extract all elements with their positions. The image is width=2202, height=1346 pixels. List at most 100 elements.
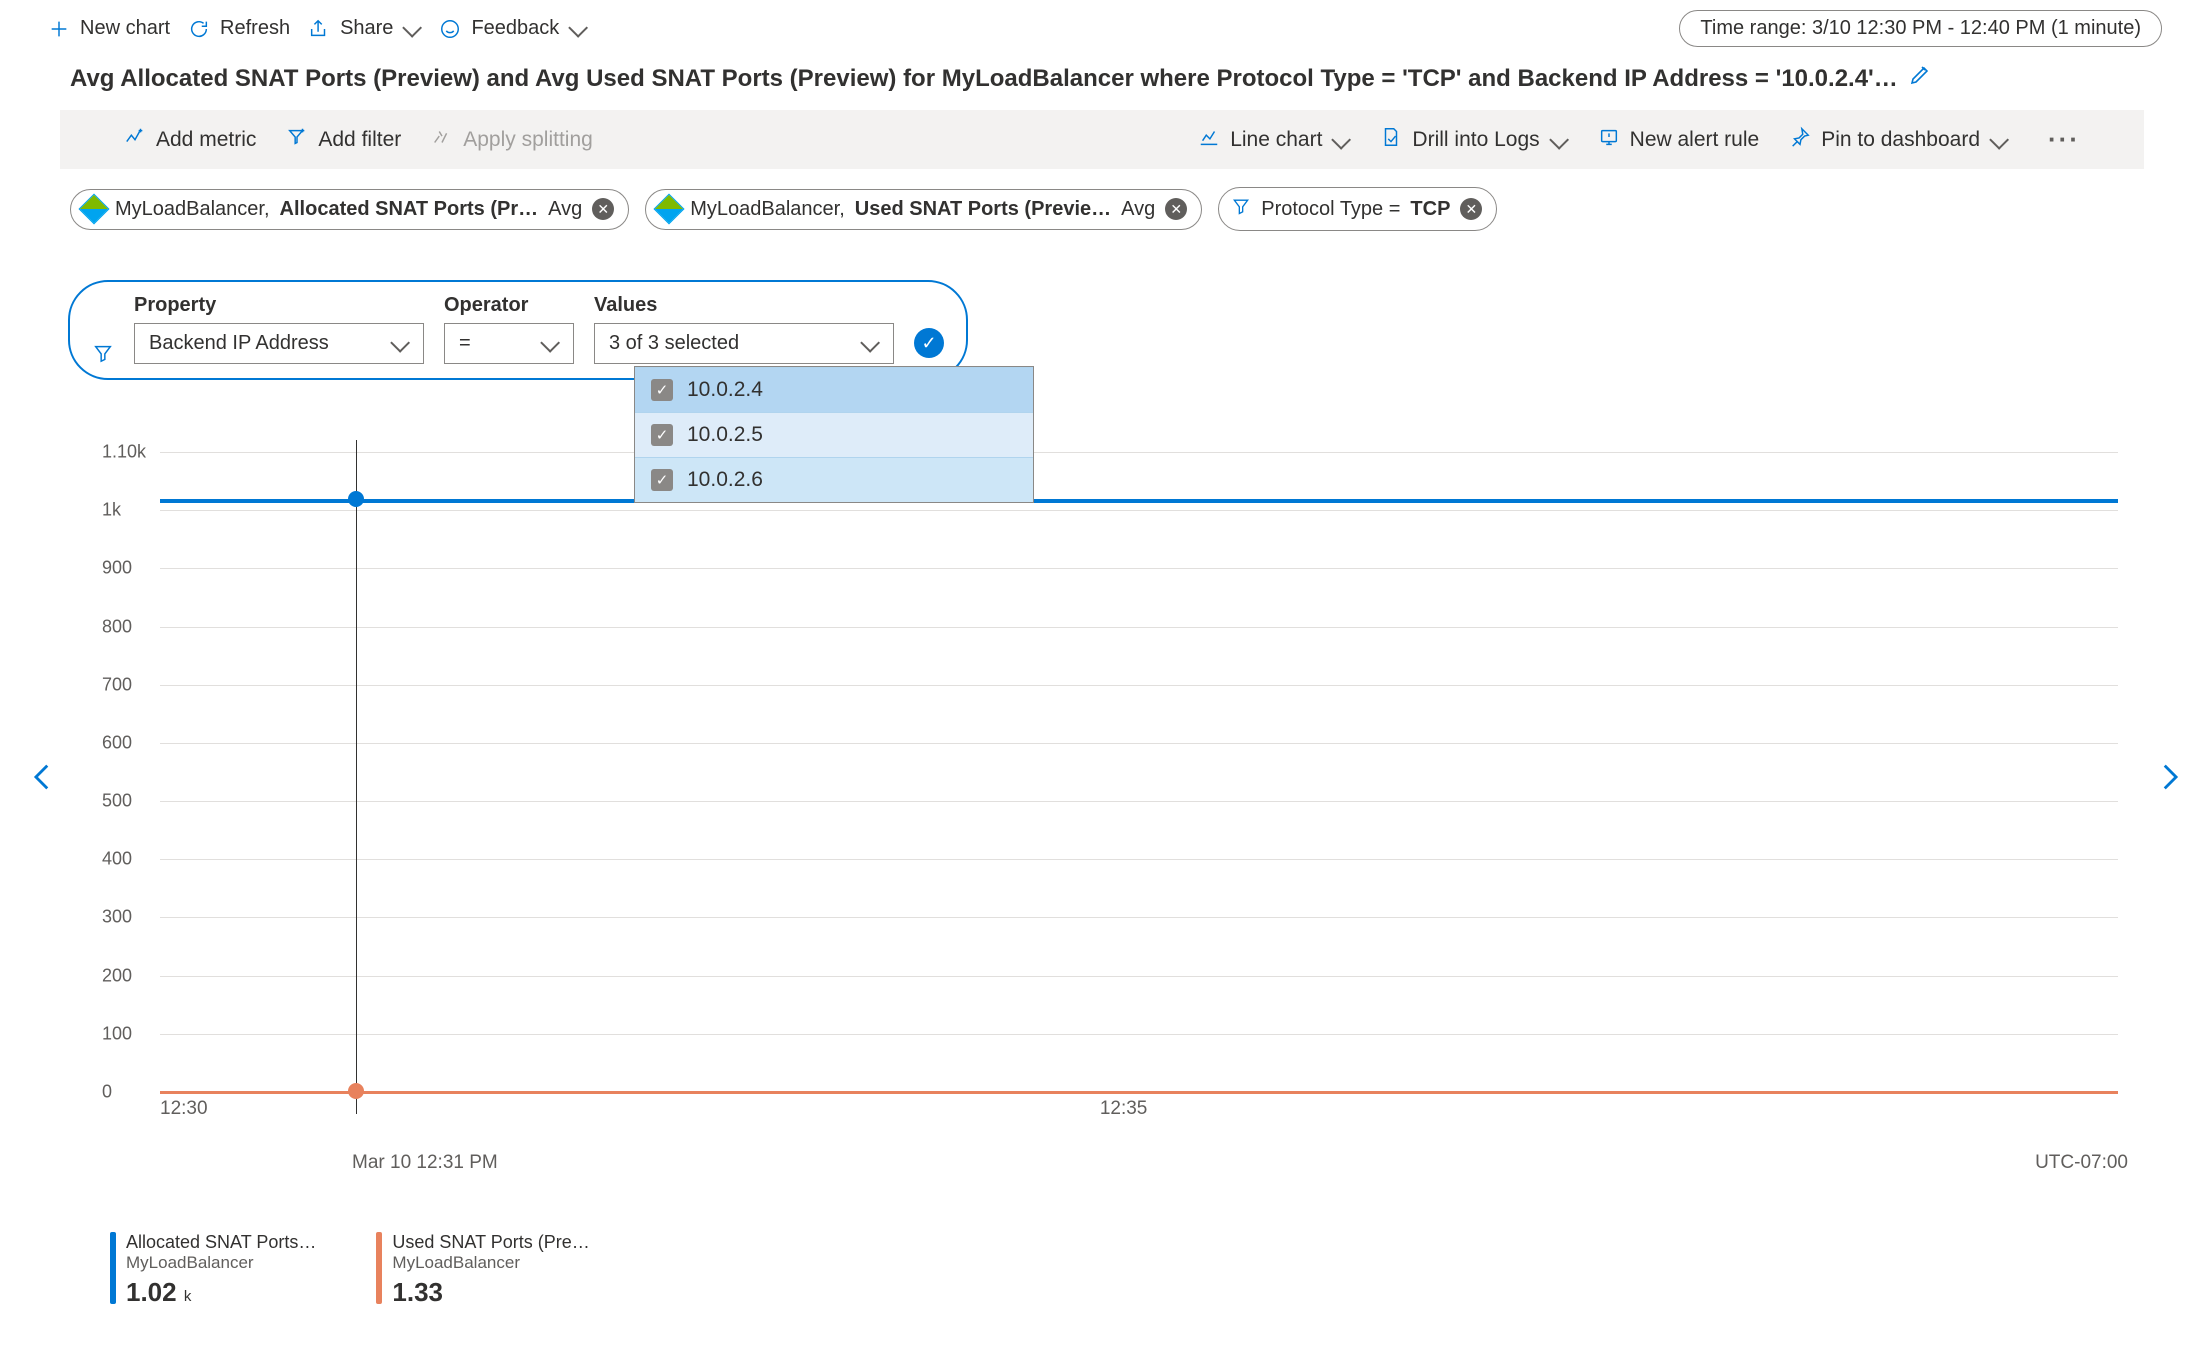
new-chart-button[interactable]: New chart	[48, 17, 170, 40]
edit-title-button[interactable]	[1908, 63, 1932, 94]
checkbox-checked-icon: ✓	[651, 469, 673, 491]
remove-metric2-button[interactable]: ✕	[1165, 198, 1187, 220]
checkbox-checked-icon: ✓	[651, 379, 673, 401]
gridline	[160, 743, 2118, 744]
refresh-icon	[188, 18, 210, 40]
gridline	[160, 510, 2118, 511]
time-range-text: Time range: 3/10 12:30 PM - 12:40 PM (1 …	[1700, 17, 2141, 39]
filter-pill-protocol[interactable]: Protocol Type = TCP ✕	[1218, 187, 1497, 231]
filter-values-select[interactable]: 3 of 3 selected	[594, 323, 894, 364]
refresh-label: Refresh	[220, 17, 290, 40]
add-filter-button[interactable]: Add filter	[286, 126, 401, 154]
chart-action-bar: Add metric Add filter Apply splitting Li…	[60, 110, 2144, 169]
plus-icon	[48, 18, 70, 40]
pin-icon	[1789, 126, 1811, 154]
drill-logs-button[interactable]: Drill into Logs	[1380, 126, 1567, 154]
filter-values-summary: 3 of 3 selected	[609, 332, 739, 355]
more-menu-button[interactable]: ···	[2038, 124, 2080, 155]
y-tick: 300	[102, 907, 132, 928]
filter-property-select[interactable]: Backend IP Address	[134, 323, 424, 364]
chart-legend: Allocated SNAT Ports… MyLoadBalancer 1.0…	[110, 1232, 590, 1308]
filter-option[interactable]: ✓ 10.0.2.6	[635, 457, 1033, 502]
gridline	[160, 801, 2118, 802]
legend-item-used[interactable]: Used SNAT Ports (Pre… MyLoadBalancer 1.3…	[376, 1232, 589, 1308]
cursor-time-label: Mar 10 12:31 PM	[352, 1152, 498, 1174]
filter-editor: Property Backend IP Address Operator = V…	[68, 280, 968, 380]
pin-dashboard-label: Pin to dashboard	[1821, 128, 1980, 152]
refresh-button[interactable]: Refresh	[188, 17, 290, 40]
alert-icon	[1598, 126, 1620, 154]
metric-pills-row: MyLoadBalancer, Allocated SNAT Ports (Pr…	[0, 169, 2202, 231]
filter-property-label: Property	[134, 294, 424, 317]
legend-item-value: 1.33	[392, 1277, 443, 1307]
y-tick: 1k	[102, 500, 121, 521]
filter-values-col: Values 3 of 3 selected	[594, 294, 894, 364]
remove-filter-button[interactable]: ✕	[1460, 198, 1482, 220]
filter-values-label: Values	[594, 294, 894, 317]
pin-dashboard-button[interactable]: Pin to dashboard	[1789, 126, 2008, 154]
plot-surface[interactable]: 01002003004005006007008009001k1.10k	[160, 452, 2118, 1092]
cursor-line	[356, 440, 357, 1114]
gridline	[160, 568, 2118, 569]
series-line	[160, 499, 2118, 503]
filter-operator-col: Operator =	[444, 294, 574, 364]
x-tick: 12:35	[1100, 1098, 1148, 1120]
x-axis: 12:30 12:35	[160, 1098, 2118, 1138]
series-line	[160, 1091, 2118, 1094]
funnel-icon	[92, 342, 114, 364]
metric-pill-allocated[interactable]: MyLoadBalancer, Allocated SNAT Ports (Pr…	[70, 189, 629, 230]
chart-type-button[interactable]: Line chart	[1198, 126, 1350, 154]
metric2-name: Used SNAT Ports (Previe…	[855, 198, 1111, 221]
legend-item-suffix: k	[184, 1288, 192, 1305]
chevron-down-icon	[1332, 131, 1350, 149]
legend-item-title: Allocated SNAT Ports…	[126, 1232, 316, 1253]
metric1-agg: Avg	[548, 198, 582, 221]
metric-pill-used[interactable]: MyLoadBalancer, Used SNAT Ports (Previe……	[645, 189, 1202, 230]
remove-metric1-button[interactable]: ✕	[592, 198, 614, 220]
x-tick: 12:30	[160, 1098, 208, 1120]
next-time-button[interactable]	[2152, 760, 2186, 797]
cursor-marker	[348, 1083, 364, 1099]
chart-title-row: Avg Allocated SNAT Ports (Preview) and A…	[0, 57, 2202, 110]
splitting-icon	[431, 126, 453, 154]
new-alert-button[interactable]: New alert rule	[1598, 126, 1760, 154]
metric2-scope: MyLoadBalancer,	[690, 198, 845, 221]
chart-title: Avg Allocated SNAT Ports (Preview) and A…	[70, 65, 1898, 93]
chevron-down-icon	[541, 335, 559, 353]
legend-item-sub: MyLoadBalancer	[126, 1253, 316, 1273]
gridline	[160, 627, 2118, 628]
gridline	[160, 917, 2118, 918]
filter-option-label: 10.0.2.6	[687, 468, 763, 492]
share-button[interactable]: Share	[308, 17, 421, 40]
filter-property-col: Property Backend IP Address	[134, 294, 424, 364]
y-tick: 700	[102, 674, 132, 695]
chevron-down-icon	[391, 335, 409, 353]
resource-diamond-icon	[654, 193, 685, 224]
filter-option[interactable]: ✓ 10.0.2.5	[635, 412, 1033, 457]
add-metric-button[interactable]: Add metric	[124, 126, 256, 154]
chevron-down-icon	[403, 20, 421, 38]
legend-item-allocated[interactable]: Allocated SNAT Ports… MyLoadBalancer 1.0…	[110, 1232, 316, 1308]
legend-item-title: Used SNAT Ports (Pre…	[392, 1232, 589, 1253]
previous-time-button[interactable]	[26, 760, 60, 797]
feedback-button[interactable]: Feedback	[439, 17, 587, 40]
filter-option[interactable]: ✓ 10.0.2.4	[635, 367, 1033, 412]
smile-icon	[439, 18, 461, 40]
apply-splitting-label: Apply splitting	[463, 128, 593, 152]
metric2-agg: Avg	[1121, 198, 1155, 221]
apply-filter-button[interactable]: ✓	[914, 328, 944, 358]
y-tick: 100	[102, 1023, 132, 1044]
line-chart-icon	[1198, 126, 1220, 154]
filter-operator-select[interactable]: =	[444, 323, 574, 364]
filter-operator-label: Operator	[444, 294, 574, 317]
funnel-icon	[1231, 196, 1251, 222]
chevron-down-icon	[569, 20, 587, 38]
time-range-pill[interactable]: Time range: 3/10 12:30 PM - 12:40 PM (1 …	[1679, 10, 2162, 47]
filter-value: TCP	[1410, 198, 1450, 221]
feedback-label: Feedback	[471, 17, 559, 40]
gridline	[160, 976, 2118, 977]
drill-logs-icon	[1380, 126, 1402, 154]
chevron-down-icon	[861, 335, 879, 353]
y-tick: 400	[102, 849, 132, 870]
filter-operator-value: =	[459, 332, 471, 355]
